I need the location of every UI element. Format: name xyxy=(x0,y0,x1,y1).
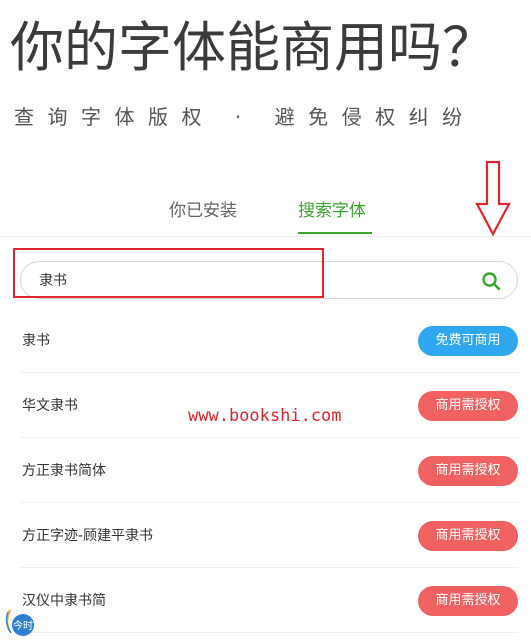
license-badge[interactable]: 商用需授权 xyxy=(418,391,518,421)
annotation-highlight-box xyxy=(13,248,324,298)
list-item[interactable]: 方正字迹-顾建平隶书 商用需授权 xyxy=(20,503,518,568)
results-list: 隶书 免费可商用 华文隶书 商用需授权 方正隶书简体 商用需授权 方正字迹-顾建… xyxy=(20,308,518,633)
font-name: 方正字迹-顾建平隶书 xyxy=(22,528,154,544)
active-tab-indicator xyxy=(298,232,372,234)
tab-bar: 你已安装 搜索字体 xyxy=(0,192,531,238)
license-badge[interactable]: 免费可商用 xyxy=(418,326,518,356)
list-item[interactable]: 汉仪中隶书简 商用需授权 xyxy=(20,568,518,633)
license-badge[interactable]: 商用需授权 xyxy=(418,586,518,616)
tab-installed[interactable]: 你已安装 xyxy=(169,198,237,224)
font-name: 华文隶书 xyxy=(22,398,78,414)
tab-search-fonts[interactable]: 搜索字体 xyxy=(298,198,366,224)
page-subtitle: 查询字体版权 · 避免侵权纠纷 xyxy=(14,105,476,129)
font-name: 隶书 xyxy=(22,333,50,349)
font-name: 方正隶书简体 xyxy=(22,463,106,479)
logo-icon: 今时 xyxy=(5,609,34,636)
page-title: 你的字体能商用吗？ xyxy=(10,16,496,79)
logo-text: 今时 xyxy=(13,619,33,632)
watermark-text: www.bookshi.com xyxy=(188,406,342,426)
tab-divider xyxy=(0,236,531,237)
list-item[interactable]: 隶书 免费可商用 xyxy=(20,308,518,373)
license-badge[interactable]: 商用需授权 xyxy=(418,521,518,551)
search-icon[interactable] xyxy=(481,271,501,291)
list-item[interactable]: 方正隶书简体 商用需授权 xyxy=(20,438,518,503)
annotation-arrow-down-icon xyxy=(475,160,511,237)
license-badge[interactable]: 商用需授权 xyxy=(418,456,518,486)
